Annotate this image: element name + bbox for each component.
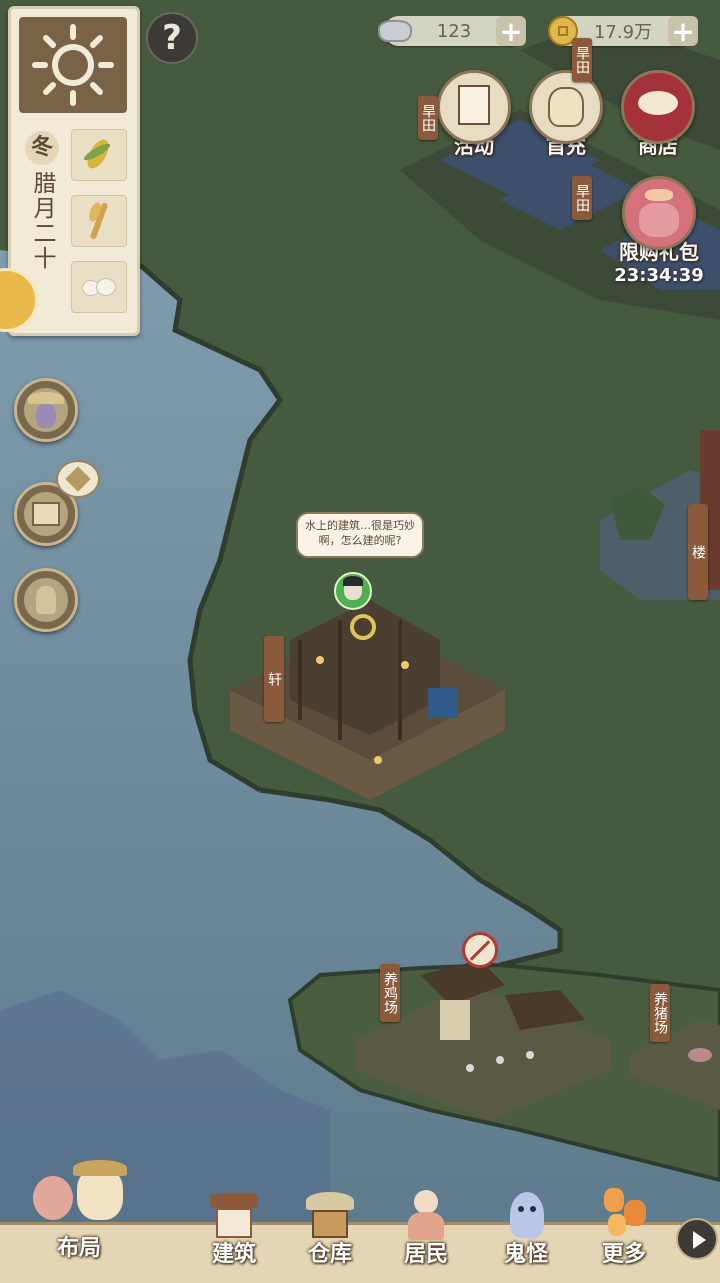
layout-icon (29, 1156, 129, 1236)
warehouse-icon (300, 1186, 360, 1242)
nav-warehouse[interactable]: 仓库 (288, 1186, 372, 1268)
expand-arrow-button[interactable] (676, 1218, 718, 1260)
farmer-icon (24, 388, 68, 432)
plot-tag-drought-field[interactable]: 旱田 (418, 96, 438, 140)
event-button[interactable]: 活动 (434, 70, 514, 159)
farmer-button[interactable] (14, 378, 78, 442)
building-icon (204, 1186, 264, 1242)
corn-icon[interactable] (71, 129, 127, 181)
wheat-icon[interactable] (71, 195, 127, 247)
first-recharge-button[interactable]: 首充 (526, 70, 606, 159)
speech-bubble: 水上的建筑…很是巧妙啊，怎么建的呢? (296, 512, 424, 558)
sun-weather-icon (19, 17, 127, 113)
lanterns-icon (594, 1186, 654, 1242)
silver-value: 123 (436, 20, 472, 42)
play-arrow-icon (693, 1231, 706, 1249)
season-date: 冬 腊月二十 (21, 131, 63, 271)
plot-tag-tower[interactable]: 楼 (688, 504, 708, 600)
plot-tag-drought-field[interactable]: 旱田 (572, 38, 592, 82)
plot-tag-chicken-farm[interactable]: 养鸡场 (380, 964, 400, 1022)
book-icon (24, 492, 68, 536)
help-button[interactable]: ? (146, 12, 198, 64)
nav-ghosts[interactable]: 鬼怪 (484, 1186, 568, 1268)
first-recharge-bag-icon (529, 70, 603, 144)
silver-ingot-icon (378, 20, 412, 42)
nav-residents[interactable]: 居民 (384, 1186, 468, 1268)
plot-tag-pig-farm[interactable]: 养猪场 (650, 984, 670, 1042)
limited-pack-timer: 23:34:39 (614, 265, 704, 286)
date-label: 腊月二十 (29, 171, 55, 271)
add-silver-button[interactable]: + (496, 15, 526, 48)
nav-layout[interactable]: 布局 (24, 1156, 134, 1262)
help-icon: ? (162, 18, 182, 58)
resident-icon (396, 1186, 456, 1242)
bundle-button[interactable] (14, 568, 78, 632)
limited-pack-button[interactable]: 限购礼包 23:34:39 (614, 176, 704, 286)
nav-building[interactable]: 建筑 (192, 1186, 276, 1268)
villager-avatar[interactable] (334, 572, 372, 610)
ghost-icon (496, 1186, 556, 1242)
shop-icon (621, 70, 695, 144)
no-feed-alert-icon[interactable] (462, 932, 498, 968)
silver-counter: 123 + (378, 15, 526, 48)
season-label: 冬 (25, 131, 59, 165)
event-scroll-icon (437, 70, 511, 144)
add-coins-button[interactable]: + (668, 15, 698, 48)
book-hint-bubble[interactable] (56, 460, 100, 498)
plot-tag-pavilion[interactable]: 轩 (264, 636, 284, 722)
cotton-icon[interactable] (71, 261, 127, 313)
plot-tag-drought-field[interactable]: 旱田 (572, 176, 592, 220)
bundle-icon (24, 578, 68, 622)
gift-bag-icon (622, 176, 696, 250)
shop-button[interactable]: 商店 (618, 70, 698, 159)
build-target-ring[interactable] (350, 614, 376, 640)
nav-more[interactable]: 更多 (582, 1186, 666, 1268)
